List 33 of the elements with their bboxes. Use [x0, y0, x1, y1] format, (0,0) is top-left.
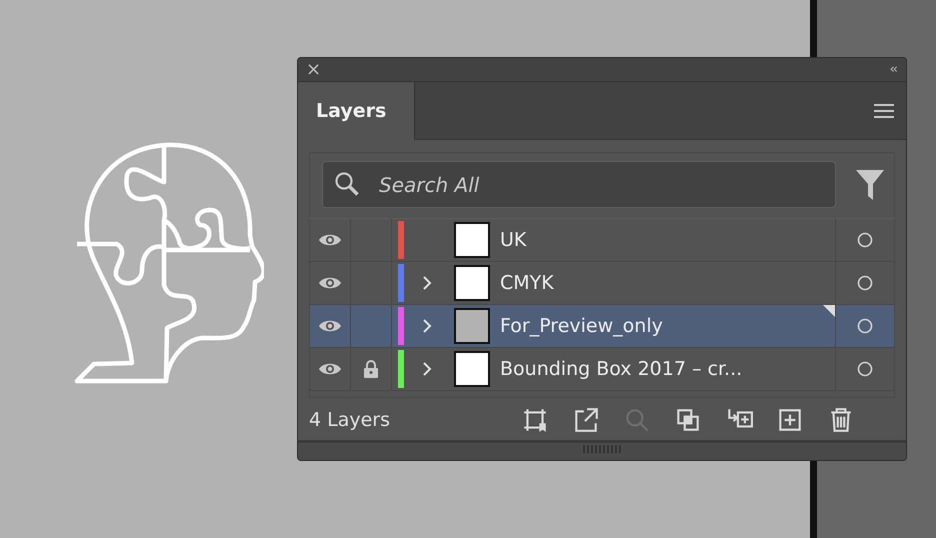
eye-icon[interactable]: [318, 362, 342, 376]
filter-icon[interactable]: [856, 170, 884, 200]
layer-name: Bounding Box 2017 – cr...: [500, 358, 742, 380]
eye-icon[interactable]: [318, 276, 342, 290]
target-circle-icon[interactable]: [857, 361, 873, 377]
selection-corner-icon: [823, 305, 835, 317]
artboard-icon[interactable]: [521, 406, 549, 434]
close-button[interactable]: ×: [306, 60, 322, 78]
layer-name: For_Preview_only: [500, 315, 663, 337]
target-circle-icon[interactable]: [857, 232, 873, 248]
layer-row[interactable]: UK: [310, 219, 894, 262]
eye-icon[interactable]: [318, 233, 342, 247]
resize-grip-icon[interactable]: [583, 445, 621, 453]
chevron-icon[interactable]: [422, 275, 432, 291]
target-circle-icon[interactable]: [857, 275, 873, 291]
lock-icon[interactable]: [363, 360, 379, 378]
layer-row[interactable]: For_Preview_only: [310, 305, 894, 348]
overlap-squares-icon[interactable]: [674, 406, 702, 434]
search-field[interactable]: Search All: [322, 161, 836, 208]
chevron-icon[interactable]: [422, 318, 432, 334]
export-icon[interactable]: [572, 406, 600, 434]
layer-name: UK: [500, 229, 526, 251]
menu-icon[interactable]: [874, 102, 894, 118]
eye-icon[interactable]: [318, 319, 342, 333]
layer-name: CMYK: [500, 272, 554, 294]
target-circle-icon[interactable]: [857, 318, 873, 334]
plus-square-icon[interactable]: [776, 406, 804, 434]
layer-row[interactable]: Bounding Box 2017 – cr...: [310, 348, 894, 391]
chevron-icon[interactable]: [422, 361, 432, 377]
layer-count: 4 Layers: [309, 409, 392, 431]
collapse-button[interactable]: ‹‹: [890, 63, 896, 76]
search-icon: [334, 171, 360, 197]
panel-tab[interactable]: Layers: [298, 82, 416, 140]
